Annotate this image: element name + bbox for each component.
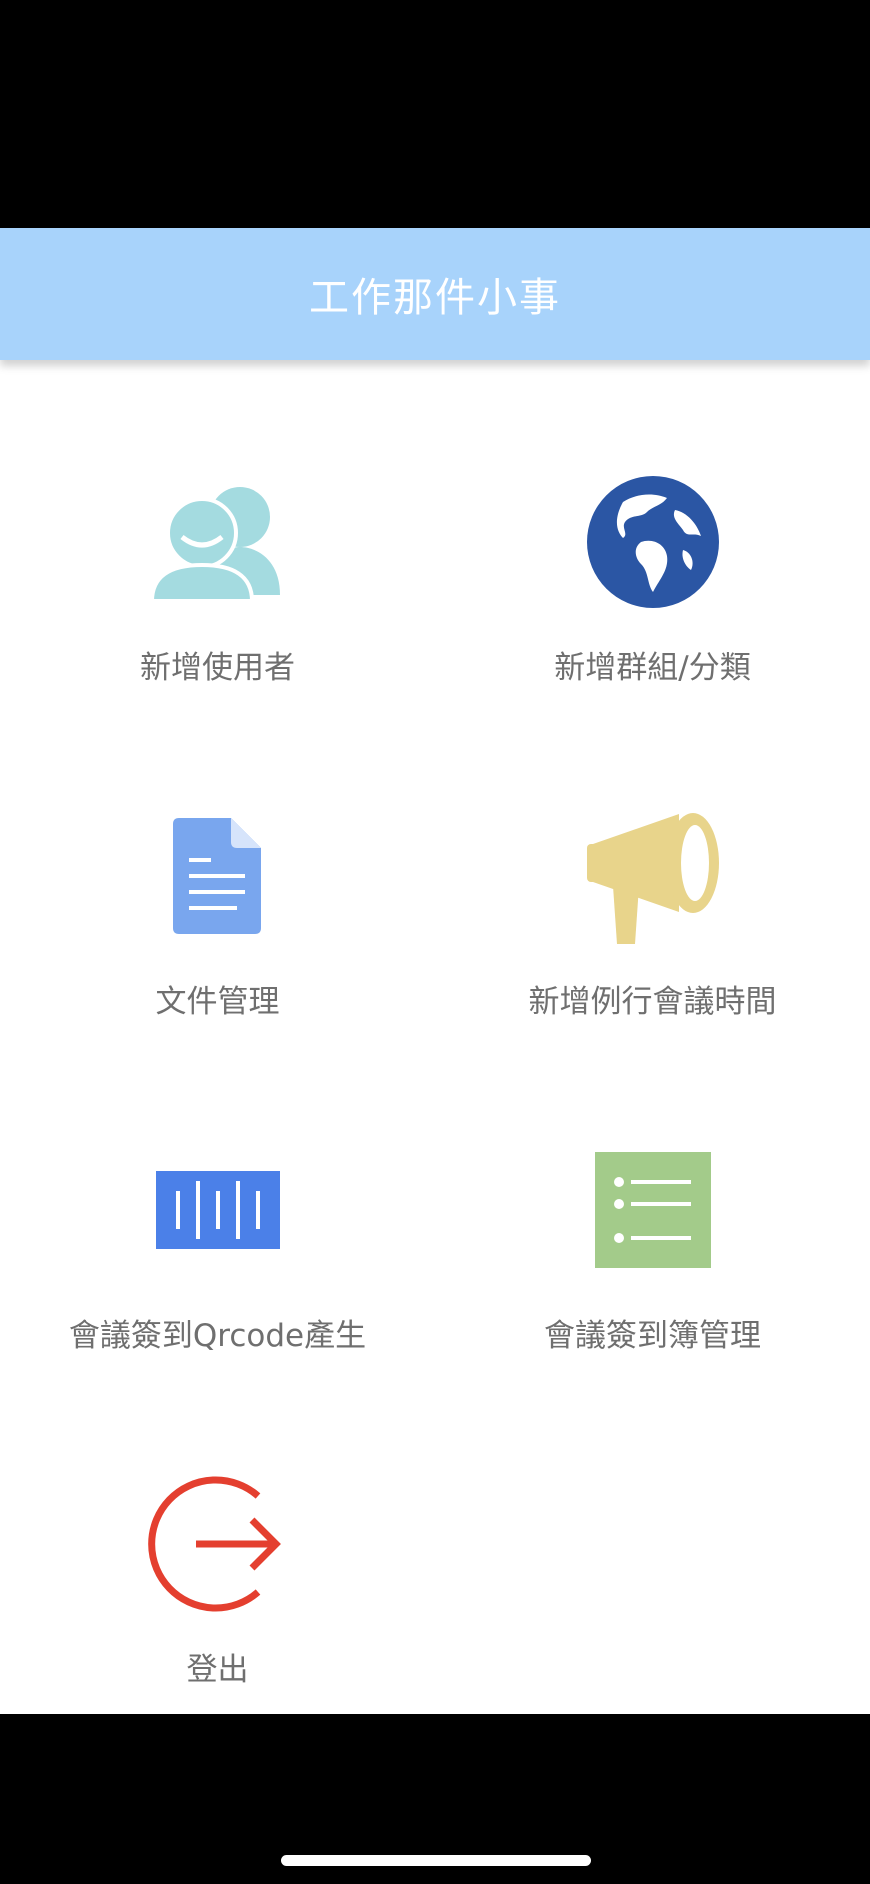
list-icon xyxy=(583,1140,723,1280)
home-indicator[interactable] xyxy=(281,1855,591,1866)
barcode-icon xyxy=(148,1140,288,1280)
app-bar: 工作那件小事 xyxy=(0,228,870,360)
menu-add-group[interactable]: 新增群組/分類 xyxy=(435,472,870,752)
globe-icon xyxy=(583,472,723,612)
menu-attendance-book-label: 會議簽到簿管理 xyxy=(544,1318,761,1354)
menu-add-group-label: 新增群組/分類 xyxy=(554,650,751,686)
menu-meeting-qrcode[interactable]: 會議簽到Qrcode產生 xyxy=(0,1140,435,1420)
menu-documents-label: 文件管理 xyxy=(155,984,280,1020)
logout-icon xyxy=(147,1474,288,1614)
menu-meeting-qrcode-label: 會議簽到Qrcode產生 xyxy=(68,1318,367,1354)
document-icon xyxy=(148,806,288,946)
menu-logout-label: 登出 xyxy=(186,1652,249,1688)
app-screen: 工作那件小事 新增使用者 新增群組/分類 文件管理 新增例行會議時間 會議簽到Q… xyxy=(0,228,870,1714)
app-title: 工作那件小事 xyxy=(309,275,561,321)
menu-add-user-label: 新增使用者 xyxy=(140,650,295,686)
menu-logout[interactable]: 登出 xyxy=(0,1474,435,1714)
menu-attendance-book[interactable]: 會議簽到簿管理 xyxy=(435,1140,870,1420)
users-icon xyxy=(148,472,288,612)
menu-documents[interactable]: 文件管理 xyxy=(0,806,435,1086)
menu-add-meeting-time[interactable]: 新增例行會議時間 xyxy=(435,806,870,1086)
menu-add-meeting-time-label: 新增例行會議時間 xyxy=(528,984,777,1020)
megaphone-icon xyxy=(583,806,723,946)
menu-add-user[interactable]: 新增使用者 xyxy=(0,472,435,752)
